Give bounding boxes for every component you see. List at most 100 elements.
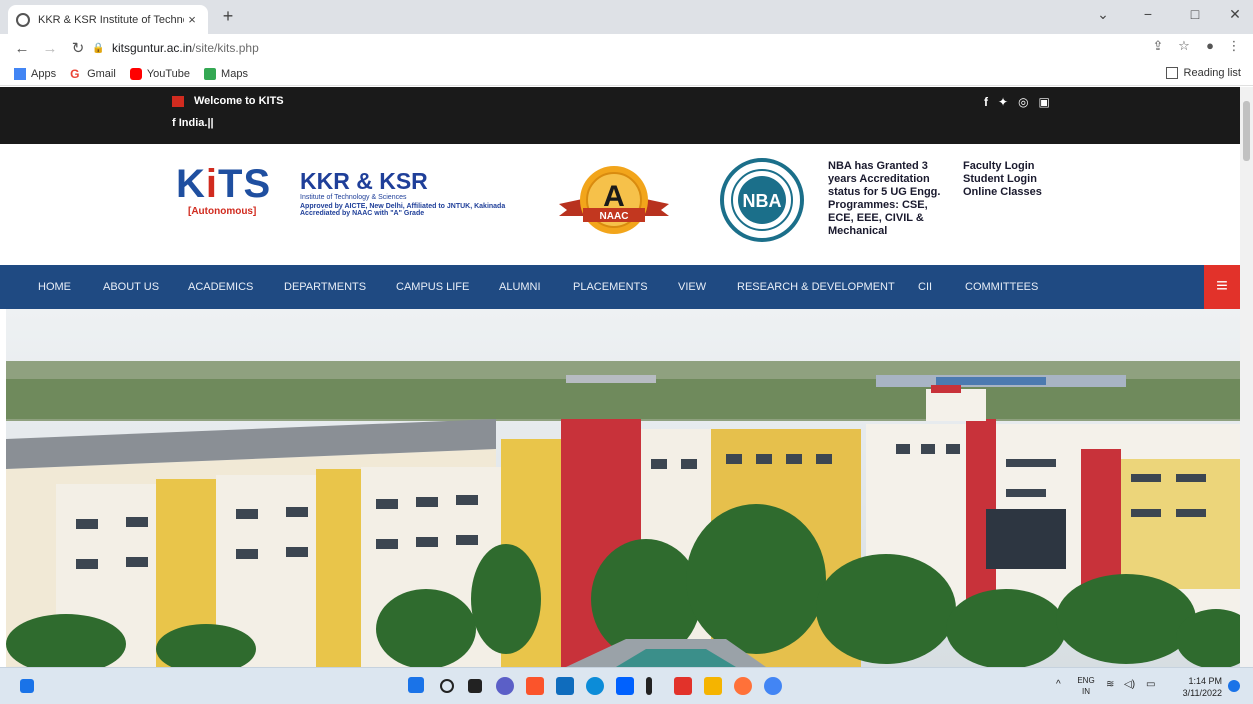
reading-list-button[interactable]: Reading list bbox=[1165, 67, 1241, 79]
approval-line: Approved by AICTE, New Delhi, Affiliated… bbox=[300, 203, 506, 210]
clock-time: 1:14 PM bbox=[1188, 676, 1222, 686]
tab-title: KKR & KSR Institute of Technolo bbox=[38, 13, 184, 26]
accreditation-line: Accrediated by NAAC with "A" Grade bbox=[300, 210, 425, 217]
naac-badge-icon: A NAAC bbox=[559, 166, 669, 234]
minimize-button[interactable]: − bbox=[1133, 6, 1163, 22]
bookmark-maps[interactable]: Maps bbox=[204, 67, 248, 80]
hamburger-menu-button[interactable]: ≡ bbox=[1204, 265, 1240, 309]
nav-campus-life[interactable]: CAMPUS LIFE bbox=[396, 265, 469, 309]
url-domain: kitsguntur.ac.in bbox=[112, 41, 193, 55]
back-button[interactable]: ← bbox=[8, 40, 36, 57]
file-explorer-icon[interactable] bbox=[704, 677, 722, 695]
battery-icon[interactable]: ▭ bbox=[1146, 679, 1155, 690]
youtube-social-icon[interactable]: ▣ bbox=[1039, 95, 1050, 109]
building-icon bbox=[172, 95, 184, 107]
maximize-button[interactable]: □ bbox=[1180, 6, 1210, 22]
naac-label: NAAC bbox=[600, 211, 629, 222]
social-links: f ✦ ◎ ▣ bbox=[984, 95, 1060, 109]
browser-tab[interactable]: KKR & KSR Institute of Technolo × bbox=[8, 5, 208, 34]
nav-cii[interactable]: CII bbox=[918, 265, 932, 309]
kits-wordmark: KiTS bbox=[176, 162, 272, 206]
nav-research[interactable]: RESEARCH & DEVELOPMENT bbox=[737, 265, 895, 309]
windows-taskbar: ^ ENG IN ≋ ◁) ▭ 1:14 PM 3/11/2022 bbox=[0, 667, 1253, 704]
notification-icon[interactable] bbox=[1228, 680, 1240, 692]
mail-icon[interactable] bbox=[556, 677, 574, 695]
browser-menu-icon[interactable]: ⋮ bbox=[1222, 38, 1246, 54]
nav-home[interactable]: HOME bbox=[38, 265, 71, 309]
youtube-icon bbox=[129, 67, 142, 80]
url-input[interactable]: 🔒 kitsguntur.ac.in/site/kits.php bbox=[92, 37, 1132, 59]
top-info-strip: Welcome to KITS f India.|| f ✦ ◎ ▣ bbox=[0, 87, 1240, 144]
institute-name-block: KKR & KSR Institute of Technology & Scie… bbox=[300, 168, 550, 217]
nav-alumni[interactable]: ALUMNI bbox=[499, 265, 541, 309]
main-navigation: HOME ABOUT US ACADEMICS DEPARTMENTS CAMP… bbox=[0, 265, 1240, 309]
nba-announcement: NBA has Granted 3 years Accreditation st… bbox=[828, 160, 941, 237]
forward-button[interactable]: → bbox=[36, 40, 64, 57]
google-icon: G bbox=[70, 66, 80, 81]
tab-close-button[interactable]: × bbox=[184, 12, 200, 27]
reload-button[interactable]: ↻ bbox=[64, 39, 92, 57]
profile-icon[interactable]: ● bbox=[1198, 38, 1222, 53]
dropbox-icon[interactable] bbox=[616, 677, 634, 695]
browser-tab-bar: KKR & KSR Institute of Technolo × + ⌄ − … bbox=[0, 0, 1253, 34]
firefox-icon[interactable] bbox=[734, 677, 752, 695]
chat-icon[interactable] bbox=[496, 677, 514, 695]
apps-grid-icon bbox=[14, 67, 26, 80]
student-login-link[interactable]: Student Login bbox=[963, 173, 1042, 186]
address-bar: ← → ↻ 🔒 kitsguntur.ac.in/site/kits.php ⇪… bbox=[0, 34, 1253, 62]
institute-title: KKR & KSR bbox=[300, 168, 428, 194]
nav-departments[interactable]: DEPARTMENTS bbox=[284, 265, 366, 309]
chevron-up-icon[interactable]: ^ bbox=[1056, 679, 1061, 690]
nav-view[interactable]: VIEW bbox=[678, 265, 706, 309]
bolt-icon[interactable] bbox=[646, 677, 652, 695]
language-indicator[interactable]: ENG IN bbox=[1076, 675, 1096, 697]
office-icon[interactable] bbox=[674, 677, 692, 695]
nav-about-us[interactable]: ABOUT US bbox=[103, 265, 159, 309]
news-marquee: f India.|| bbox=[172, 117, 214, 129]
institute-fullname: Institute of Technology & Sciences bbox=[300, 194, 407, 201]
bookmark-label: Maps bbox=[221, 67, 248, 80]
task-view-icon[interactable] bbox=[468, 679, 482, 693]
bookmark-apps[interactable]: Apps bbox=[14, 67, 57, 80]
facebook-icon[interactable]: f bbox=[984, 95, 988, 109]
tab-search-icon[interactable]: ⌄ bbox=[1088, 6, 1118, 23]
nav-placements[interactable]: PLACEMENTS bbox=[573, 265, 648, 309]
wifi-icon[interactable]: ≋ bbox=[1106, 679, 1114, 690]
welcome-label: Welcome to KITS bbox=[194, 95, 284, 107]
bookmark-star-icon[interactable]: ☆ bbox=[1172, 38, 1196, 54]
twitter-icon[interactable]: ✦ bbox=[998, 95, 1008, 109]
faculty-login-link[interactable]: Faculty Login bbox=[963, 160, 1042, 173]
globe-icon bbox=[16, 12, 30, 27]
url-path: /site/kits.php bbox=[192, 41, 259, 55]
edge-icon[interactable] bbox=[586, 677, 604, 695]
page-scrollbar[interactable] bbox=[1240, 87, 1253, 667]
bookmark-gmail[interactable]: G Gmail bbox=[70, 68, 116, 80]
new-tab-button[interactable]: + bbox=[218, 6, 238, 27]
clock-date: 3/11/2022 bbox=[1182, 688, 1222, 698]
nav-committees[interactable]: COMMITTEES bbox=[965, 265, 1038, 309]
login-links: Faculty Login Student Login Online Class… bbox=[963, 160, 1042, 199]
online-classes-link[interactable]: Online Classes bbox=[963, 186, 1042, 199]
welcome-text: Welcome to KITS bbox=[172, 95, 284, 107]
system-clock[interactable]: 1:14 PM 3/11/2022 bbox=[1176, 675, 1222, 699]
reading-list-icon bbox=[1165, 67, 1178, 79]
start-icon[interactable] bbox=[408, 677, 424, 693]
bookmarks-bar: Apps G Gmail YouTube Maps Reading list bbox=[0, 62, 1253, 86]
share-icon[interactable]: ⇪ bbox=[1146, 38, 1170, 54]
kits-logo[interactable]: KiTS [Autonomous] bbox=[176, 164, 276, 217]
volume-icon[interactable]: ◁) bbox=[1124, 679, 1135, 690]
instagram-icon[interactable]: ◎ bbox=[1018, 95, 1028, 109]
search-icon[interactable] bbox=[440, 679, 454, 693]
campus-hero-image bbox=[6, 309, 1240, 667]
scrollbar-thumb[interactable] bbox=[1243, 101, 1250, 161]
widgets-icon[interactable] bbox=[20, 679, 34, 693]
autonomous-label: [Autonomous] bbox=[188, 206, 257, 217]
web-page: Welcome to KITS f India.|| f ✦ ◎ ▣ KiTS … bbox=[0, 87, 1240, 667]
chrome-icon[interactable] bbox=[764, 677, 782, 695]
brave-icon[interactable] bbox=[526, 677, 544, 695]
nav-academics[interactable]: ACADEMICS bbox=[188, 265, 253, 309]
bookmark-youtube[interactable]: YouTube bbox=[129, 67, 190, 80]
site-header: KiTS [Autonomous] KKR & KSR Institute of… bbox=[0, 144, 1240, 264]
close-window-button[interactable]: ✕ bbox=[1220, 6, 1250, 23]
bookmark-label: Apps bbox=[31, 67, 57, 80]
